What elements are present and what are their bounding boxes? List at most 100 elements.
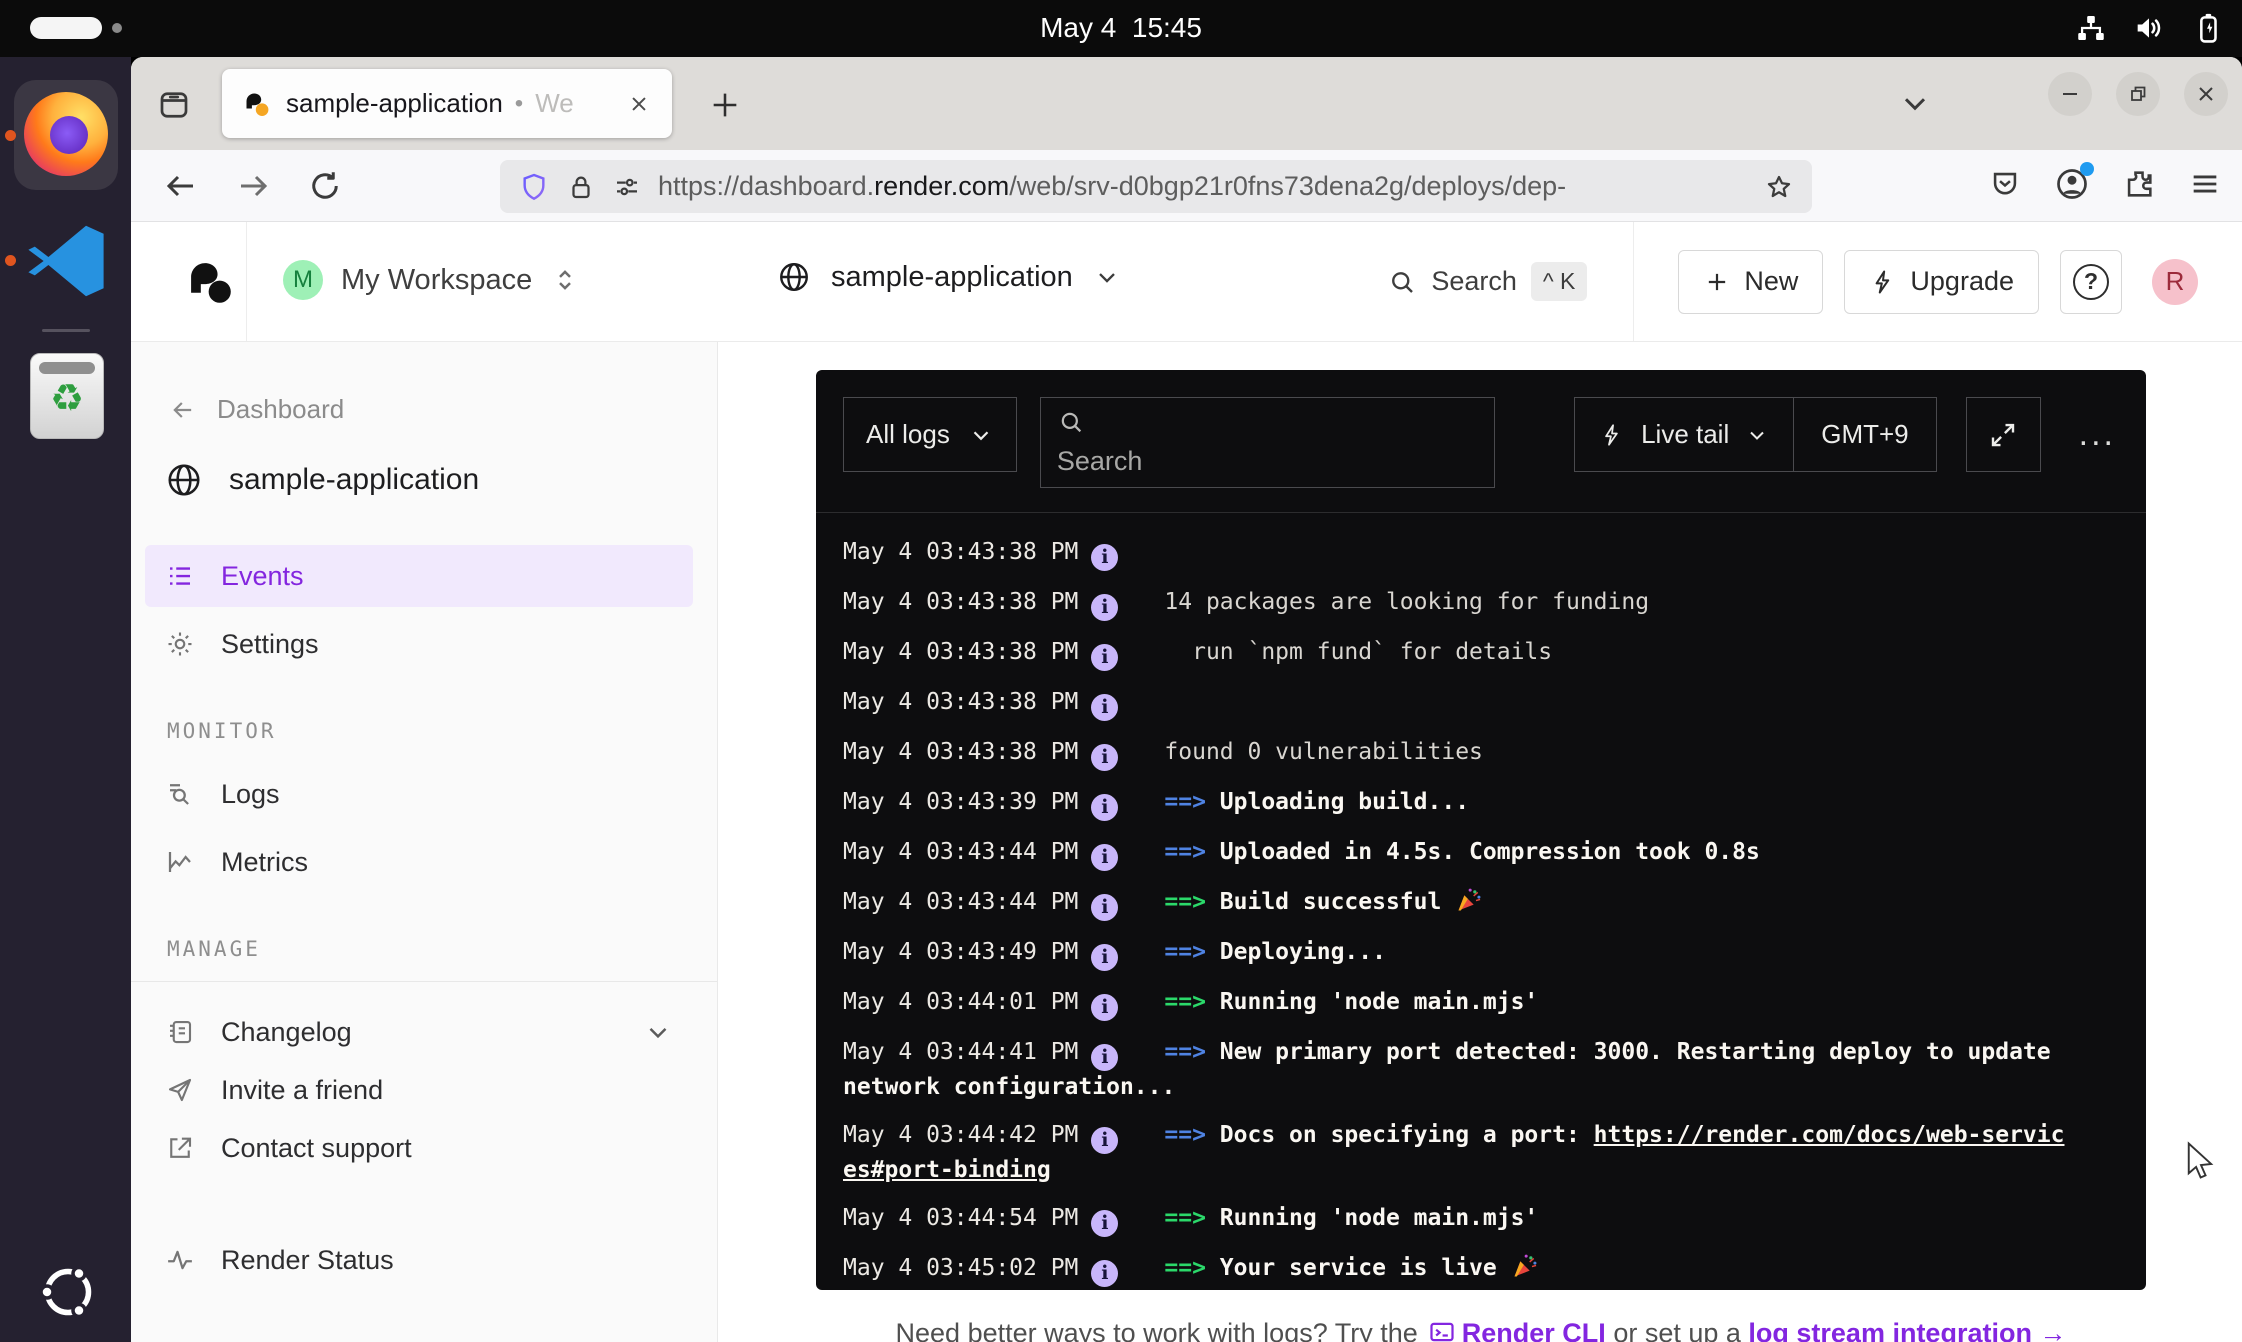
window-restore-button[interactable] (2116, 72, 2160, 116)
url-bar[interactable]: https://dashboard.render.com/web/srv-d0b… (500, 160, 1812, 213)
trash-lid (39, 362, 95, 374)
upgrade-button[interactable]: Upgrade (1844, 250, 2039, 314)
account-button[interactable] (2054, 166, 2090, 202)
log-row: May 4 03:43:38 PMifound 0 vulnerabilitie… (843, 736, 2070, 771)
render-status-label: Render Status (221, 1245, 394, 1276)
back-button[interactable] (163, 168, 199, 204)
list-all-tabs-icon[interactable] (1897, 85, 1933, 121)
dock-item-vscode[interactable] (18, 213, 114, 309)
header-divider-2 (1633, 222, 1634, 341)
extensions-puzzle-icon[interactable] (2122, 167, 2156, 201)
new-button[interactable]: New (1678, 250, 1823, 314)
changelog-icon (165, 1017, 195, 1047)
reload-button[interactable] (307, 168, 343, 204)
chevron-down-icon (643, 1017, 673, 1047)
window-close-button[interactable] (2184, 72, 2228, 116)
log-message: ==> Uploading build... (1164, 789, 1469, 815)
lock-icon[interactable] (566, 172, 596, 202)
log-arrow-icon: ==> (1164, 1205, 1219, 1231)
sidebar-item-invite[interactable]: Invite a friend (145, 1062, 693, 1118)
log-arrow-icon: ==> (1164, 989, 1219, 1015)
browser-toolbar: https://dashboard.render.com/web/srv-d0b… (131, 150, 2242, 222)
log-toolbar: All logs Search Live tail (816, 370, 2146, 513)
dock-item-firefox[interactable] (14, 80, 118, 190)
log-search-placeholder: Search (1057, 446, 1478, 477)
workspace-selector[interactable]: M My Workspace (283, 260, 580, 300)
external-link-icon (165, 1133, 195, 1163)
chevron-down-icon (968, 422, 994, 448)
permissions-icon[interactable] (612, 172, 642, 202)
log-row: May 4 03:44:42 PMi==> Docs on specifying… (843, 1119, 2070, 1187)
log-arrow-icon: ==> (1164, 889, 1219, 915)
log-timestamp: May 4 03:43:44 PM (843, 889, 1078, 915)
menu-hamburger-icon[interactable] (2188, 167, 2222, 201)
forward-button[interactable] (235, 168, 271, 204)
window-minimize-button[interactable] (2048, 72, 2092, 116)
sidebar-item-changelog[interactable]: Changelog (145, 1004, 693, 1060)
firefox-view-icon[interactable] (150, 81, 198, 129)
mouse-cursor (2180, 1140, 2222, 1182)
log-arrow-icon: ==> (1164, 789, 1219, 815)
global-search[interactable]: Search ^ K (1387, 262, 1587, 301)
log-message: found 0 vulnerabilities (1164, 739, 1483, 765)
app-header: M My Workspace sample-application Search… (131, 222, 2242, 342)
service-title-label: sample-application (229, 463, 479, 497)
log-row: May 4 03:44:41 PMi==> New primary port d… (843, 1036, 2070, 1104)
system-clock[interactable]: May 4 15:45 (0, 12, 2242, 44)
sidebar-divider (131, 981, 717, 982)
new-tab-button[interactable] (701, 81, 749, 129)
search-icon (1387, 267, 1417, 297)
battery-charging-icon[interactable] (2190, 11, 2224, 45)
dock-item-trash[interactable]: ♻ (30, 353, 104, 439)
bookmark-star-icon[interactable] (1764, 172, 1794, 202)
render-logo[interactable] (183, 255, 237, 309)
log-row: May 4 03:44:01 PMi==> Running 'node main… (843, 986, 2070, 1021)
browser-tab[interactable]: sample-application • We (222, 69, 672, 138)
logs-label: Logs (221, 779, 280, 810)
sidebar-item-logs[interactable]: Logs (145, 763, 693, 825)
sidebar-item-events[interactable]: Events (145, 545, 693, 607)
pocket-icon[interactable] (1988, 167, 2022, 201)
service-selector[interactable]: sample-application (777, 260, 1121, 294)
footer-text: Need better ways to work with logs? Try … (896, 1318, 1418, 1342)
log-row: May 4 03:45:02 PMi==> Your service is li… (843, 1252, 2070, 1287)
live-tail-dropdown[interactable]: Live tail (1575, 398, 1794, 471)
sidebar-item-settings[interactable]: Settings (145, 613, 693, 675)
log-arrow-icon: ==> (1164, 939, 1219, 965)
sidebar-back-dashboard[interactable]: Dashboard (169, 394, 697, 425)
log-row: May 4 03:43:38 PM i 14 packages are lookin… (843, 586, 2070, 621)
upgrade-button-label: Upgrade (1910, 266, 2014, 297)
help-button[interactable]: ? (2060, 250, 2122, 314)
sidebar: Dashboard sample-application Events Sett… (131, 342, 718, 1342)
volume-icon[interactable] (2132, 11, 2166, 45)
info-icon: i (1091, 594, 1118, 621)
user-avatar[interactable]: R (2152, 259, 2198, 305)
tab-close-icon[interactable] (626, 91, 652, 117)
sidebar-item-render-status[interactable]: Render Status (145, 1232, 693, 1288)
log-timestamp: May 4 03:43:38 PM (843, 589, 1078, 615)
search-shortcut-kbd: ^ K (1531, 262, 1588, 301)
log-filter-dropdown[interactable]: All logs (843, 397, 1017, 472)
sidebar-item-contact-support[interactable]: Contact support (145, 1120, 693, 1176)
contact-support-label: Contact support (221, 1133, 412, 1164)
live-tail-group: Live tail GMT+9 (1574, 397, 1937, 472)
log-search-input[interactable]: Search (1040, 397, 1495, 488)
render-cli-link[interactable]: Render CLI (1462, 1318, 1606, 1342)
settings-label: Settings (221, 629, 319, 660)
log-timestamp: May 4 03:43:49 PM (843, 939, 1078, 965)
log-overflow-menu[interactable]: ... (2079, 415, 2116, 454)
tracking-protection-shield-icon[interactable] (518, 171, 550, 203)
ubuntu-logo-icon[interactable] (38, 1262, 98, 1322)
timezone-button[interactable]: GMT+9 (1794, 398, 1935, 471)
log-stream-link[interactable]: log stream integration → (1748, 1318, 2066, 1342)
info-icon: i (1091, 1260, 1118, 1287)
expand-logs-button[interactable] (1966, 397, 2041, 472)
log-timestamp: May 4 03:44:01 PM (843, 989, 1078, 1015)
info-icon: i (1091, 744, 1118, 771)
network-tree-icon[interactable] (2074, 11, 2108, 45)
tab-title-truncated: We (535, 88, 574, 119)
main-content: All logs Search Live tail (718, 342, 2242, 1342)
workspace-avatar: M (283, 260, 323, 300)
log-message: 14 packages are looking for funding (1164, 589, 1649, 615)
sidebar-item-metrics[interactable]: Metrics (145, 831, 693, 893)
